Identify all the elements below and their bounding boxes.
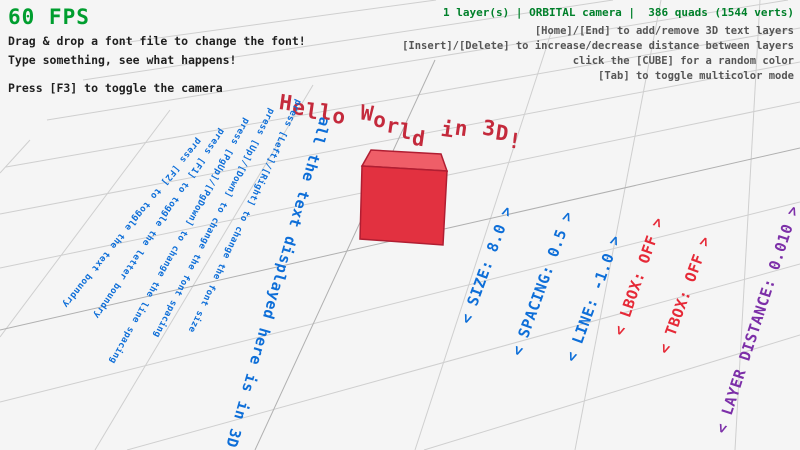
cube[interactable] [360,150,447,245]
tip-drag-drop-font: Drag & drop a font file to change the fo… [8,34,306,48]
fps-counter: 60 FPS [8,5,90,29]
tip-add-remove-layers: [Home]/[End] to add/remove 3D text layer… [535,25,794,37]
tip-toggle-camera: Press [F3] to toggle the camera [8,81,223,95]
tip-layer-distance: [Insert]/[Delete] to increase/decrease d… [402,40,794,52]
cube-front-face [360,166,447,245]
grid-canvas [0,0,800,450]
tip-multicolor-mode: [Tab] to toggle multicolor mode [598,70,794,82]
scene-viewport[interactable]: Hello World in 3D! all the text displaye… [0,0,800,450]
tip-cube-random-color: click the [CUBE] for a random color [573,55,794,67]
status-bar: 1 layer(s) | ORBITAL camera | 386 quads … [443,6,794,19]
tip-type-something: Type something, see what happens! [8,53,236,67]
